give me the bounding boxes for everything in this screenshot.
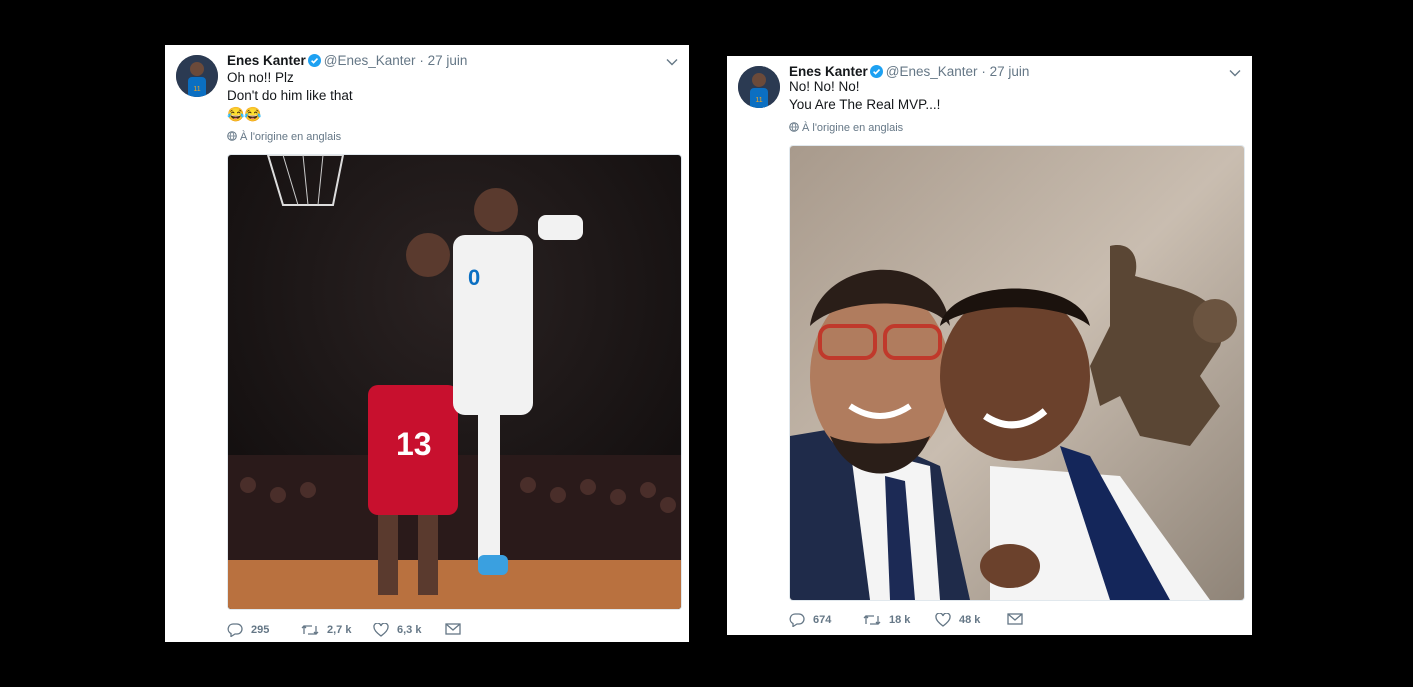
retweet-count: 18 k [889, 614, 911, 626]
globe-icon [227, 131, 237, 144]
selfie-with-mvp-trophy-photo [790, 146, 1244, 600]
tweet-emoji: 😂😂 [227, 106, 262, 122]
chevron-down-icon[interactable] [665, 55, 679, 69]
retweet-button[interactable]: 18 k [863, 613, 910, 627]
tweet-card[interactable]: 11 Enes Kanter @Enes_Kanter · 27 juin No!… [727, 56, 1252, 635]
retweet-icon [863, 613, 881, 627]
svg-text:11: 11 [755, 97, 762, 104]
chevron-down-icon[interactable] [1228, 66, 1242, 80]
tweet-media-photo[interactable]: 13 0 [227, 154, 682, 610]
direct-message-button[interactable] [445, 623, 461, 635]
tweet-text-line: No! No! No! [789, 79, 860, 94]
author-handle[interactable]: @Enes_Kanter [324, 53, 416, 68]
basketball-dunk-photo: 13 0 [228, 155, 681, 609]
translation-note: À l'origine en anglais [789, 122, 903, 135]
heart-icon [935, 613, 951, 627]
envelope-icon [1007, 613, 1023, 625]
tweet-text-line: You Are The Real MVP...! [789, 97, 941, 112]
like-count: 48 k [959, 614, 981, 626]
like-button[interactable]: 6,3 k [373, 623, 421, 637]
svg-text:13: 13 [396, 426, 432, 462]
tweet-header: Enes Kanter @Enes_Kanter · 27 juin [227, 53, 467, 70]
like-button[interactable]: 48 k [935, 613, 980, 627]
translation-label: À l'origine en anglais [240, 131, 342, 143]
tweet-card[interactable]: 11 Enes Kanter @Enes_Kanter · 27 juin Oh … [165, 45, 689, 642]
translation-label: À l'origine en anglais [802, 122, 904, 134]
reply-button[interactable]: 674 [789, 613, 831, 627]
author-name[interactable]: Enes Kanter [227, 53, 306, 68]
envelope-icon [445, 623, 461, 635]
reply-icon [789, 613, 805, 627]
retweet-count: 2,7 k [327, 624, 352, 636]
svg-text:11: 11 [193, 86, 200, 93]
avatar[interactable]: 11 [738, 66, 780, 108]
reply-count: 674 [813, 614, 832, 626]
author-name[interactable]: Enes Kanter [789, 64, 868, 79]
tweet-media-photo[interactable] [789, 145, 1245, 601]
tweet-text-line: Oh no!! Plz [227, 70, 294, 85]
tweet-text-line: Don't do him like that [227, 88, 353, 103]
heart-icon [373, 623, 389, 637]
reply-count: 295 [251, 624, 270, 636]
translation-note: À l'origine en anglais [227, 131, 341, 144]
verified-icon [869, 65, 883, 81]
globe-icon [789, 122, 799, 135]
avatar[interactable]: 11 [176, 55, 218, 97]
reply-button[interactable]: 295 [227, 623, 269, 637]
retweet-icon [301, 623, 319, 637]
like-count: 6,3 k [397, 624, 422, 636]
tweet-date[interactable]: 27 juin [428, 53, 468, 68]
separator: · [981, 64, 986, 79]
svg-text:0: 0 [468, 265, 480, 290]
tweet-date[interactable]: 27 juin [990, 64, 1030, 79]
direct-message-button[interactable] [1007, 613, 1023, 625]
reply-icon [227, 623, 243, 637]
retweet-button[interactable]: 2,7 k [301, 623, 351, 637]
author-handle[interactable]: @Enes_Kanter [886, 64, 978, 79]
separator: · [419, 53, 424, 68]
verified-icon [307, 54, 321, 70]
